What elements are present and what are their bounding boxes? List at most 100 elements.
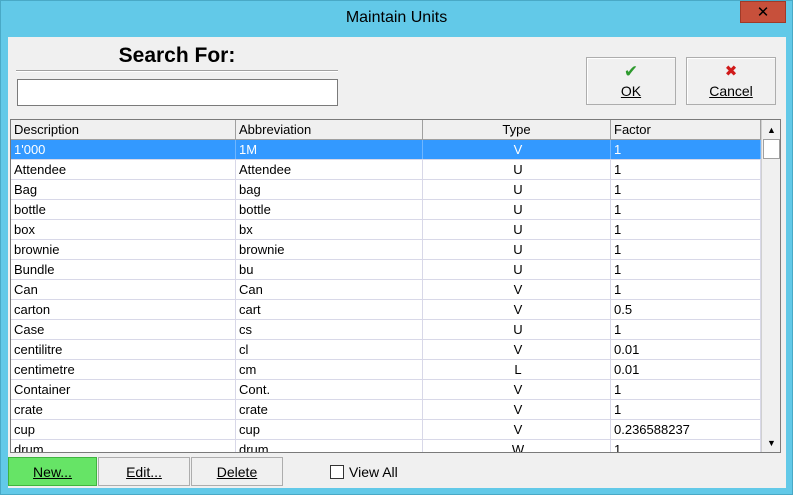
edit-button[interactable]: Edit... xyxy=(98,457,190,486)
grid-body: 1'000 1M V 1 Attendee Attendee U 1 Bag bag U 1 bottl… xyxy=(11,140,761,452)
cell-description: box xyxy=(11,220,236,239)
ok-button[interactable]: ✔ OK xyxy=(586,57,676,105)
cell-factor: 1 xyxy=(611,440,761,452)
cell-abbreviation: crate xyxy=(236,400,423,419)
scroll-up-arrow-icon[interactable]: ▲ xyxy=(763,121,780,138)
cell-factor: 1 xyxy=(611,400,761,419)
table-row[interactable]: Can Can V 1 xyxy=(11,280,761,300)
table-row[interactable]: brownie brownie U 1 xyxy=(11,240,761,260)
column-header-type[interactable]: Type xyxy=(423,120,611,140)
check-icon: ✔ xyxy=(623,62,639,81)
cell-description: bottle xyxy=(11,200,236,219)
bottom-button-bar: New... Edit... Delete View All xyxy=(8,455,786,488)
table-row[interactable]: centimetre cm L 0.01 xyxy=(11,360,761,380)
cell-factor: 1 xyxy=(611,240,761,259)
table-row[interactable]: cup cup V 0.236588237 xyxy=(11,420,761,440)
cell-abbreviation: Cont. xyxy=(236,380,423,399)
cell-abbreviation: Attendee xyxy=(236,160,423,179)
search-input[interactable] xyxy=(17,79,338,106)
cell-factor: 1 xyxy=(611,380,761,399)
cell-description: Can xyxy=(11,280,236,299)
table-row[interactable]: box bx U 1 xyxy=(11,220,761,240)
cell-abbreviation: Can xyxy=(236,280,423,299)
table-row[interactable]: crate crate V 1 xyxy=(11,400,761,420)
cell-abbreviation: cup xyxy=(236,420,423,439)
x-icon: ✖ xyxy=(724,63,738,80)
units-grid[interactable]: Description Abbreviation Type Factor 1'0… xyxy=(10,119,781,453)
scroll-down-arrow-icon[interactable]: ▼ xyxy=(763,434,780,451)
cell-description: Case xyxy=(11,320,236,339)
cell-description: Bag xyxy=(11,180,236,199)
cell-description: Bundle xyxy=(11,260,236,279)
cell-abbreviation: drum xyxy=(236,440,423,452)
cell-factor: 1 xyxy=(611,260,761,279)
table-row[interactable]: Attendee Attendee U 1 xyxy=(11,160,761,180)
table-row[interactable]: carton cart V 0.5 xyxy=(11,300,761,320)
maintain-units-window: Maintain Units ✕ Search For: ✔ OK ✖ Canc… xyxy=(0,0,793,495)
cell-type: U xyxy=(423,260,611,279)
view-all-label: View All xyxy=(349,464,398,480)
dialog-client-area: Search For: ✔ OK ✖ Cancel Description Ab… xyxy=(8,37,786,488)
cell-type: V xyxy=(423,280,611,299)
view-all-checkbox[interactable] xyxy=(330,465,344,479)
cell-type: L xyxy=(423,360,611,379)
cell-factor: 0.01 xyxy=(611,360,761,379)
cell-factor: 1 xyxy=(611,140,761,159)
cell-type: V xyxy=(423,380,611,399)
title-bar[interactable]: Maintain Units ✕ xyxy=(1,1,792,37)
cancel-button-label: Cancel xyxy=(709,83,753,99)
cell-type: U xyxy=(423,240,611,259)
cell-type: U xyxy=(423,220,611,239)
cell-abbreviation: cart xyxy=(236,300,423,319)
column-header-factor[interactable]: Factor xyxy=(611,120,761,140)
new-button-label: New... xyxy=(33,463,72,480)
cell-type: U xyxy=(423,160,611,179)
column-header-abbreviation[interactable]: Abbreviation xyxy=(236,120,423,140)
cell-factor: 0.01 xyxy=(611,340,761,359)
cell-factor: 1 xyxy=(611,220,761,239)
table-row[interactable]: bottle bottle U 1 xyxy=(11,200,761,220)
cell-type: V xyxy=(423,420,611,439)
table-row[interactable]: Case cs U 1 xyxy=(11,320,761,340)
cell-factor: 1 xyxy=(611,180,761,199)
cell-description: cup xyxy=(11,420,236,439)
vertical-scrollbar[interactable]: ▲ ▼ xyxy=(761,120,780,452)
search-divider xyxy=(16,70,338,72)
cell-description: centilitre xyxy=(11,340,236,359)
delete-button[interactable]: Delete xyxy=(191,457,283,486)
scroll-thumb[interactable] xyxy=(763,139,780,159)
cell-description: brownie xyxy=(11,240,236,259)
cell-description: drum xyxy=(11,440,236,452)
cell-abbreviation: bag xyxy=(236,180,423,199)
cell-type: U xyxy=(423,320,611,339)
cancel-button[interactable]: ✖ Cancel xyxy=(686,57,776,105)
column-header-description[interactable]: Description xyxy=(11,120,236,140)
edit-button-label: Edit... xyxy=(126,463,162,480)
table-row[interactable]: Container Cont. V 1 xyxy=(11,380,761,400)
new-button[interactable]: New... xyxy=(8,457,97,486)
view-all-toggle[interactable]: View All xyxy=(330,464,398,480)
close-icon: ✕ xyxy=(756,4,770,21)
table-row[interactable]: Bundle bu U 1 xyxy=(11,260,761,280)
cell-factor: 1 xyxy=(611,160,761,179)
cell-type: V xyxy=(423,300,611,319)
cell-type: U xyxy=(423,180,611,199)
cell-factor: 1 xyxy=(611,200,761,219)
cell-abbreviation: bx xyxy=(236,220,423,239)
close-button[interactable]: ✕ xyxy=(740,1,786,23)
cell-description: carton xyxy=(11,300,236,319)
search-label: Search For: xyxy=(118,44,236,67)
cell-abbreviation: 1M xyxy=(236,140,423,159)
table-row[interactable]: drum drum W 1 xyxy=(11,440,761,452)
delete-button-label: Delete xyxy=(216,463,258,480)
cell-abbreviation: brownie xyxy=(236,240,423,259)
cell-description: Container xyxy=(11,380,236,399)
cell-description: centimetre xyxy=(11,360,236,379)
table-row[interactable]: 1'000 1M V 1 xyxy=(11,140,761,160)
cell-abbreviation: cl xyxy=(236,340,423,359)
cell-factor: 1 xyxy=(611,280,761,299)
table-row[interactable]: Bag bag U 1 xyxy=(11,180,761,200)
table-row[interactable]: centilitre cl V 0.01 xyxy=(11,340,761,360)
cell-factor: 0.5 xyxy=(611,300,761,319)
cell-type: V xyxy=(423,400,611,419)
